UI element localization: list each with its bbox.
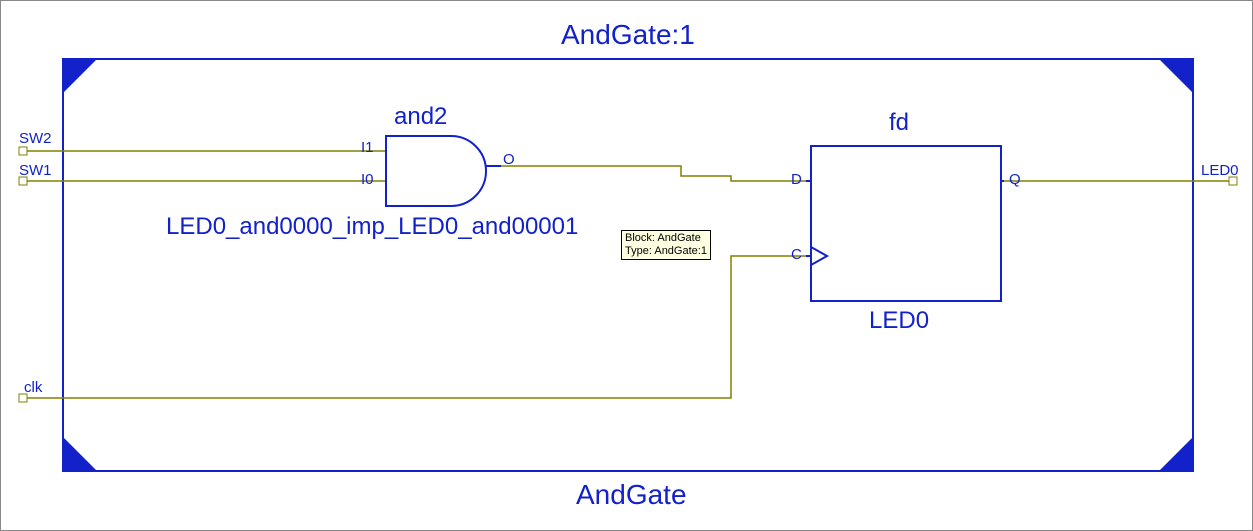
diagram-title-bottom: AndGate (576, 479, 687, 511)
port-markers (19, 147, 1237, 402)
hover-tooltip: Block: AndGate Type: AndGate:1 (621, 230, 711, 260)
module-frame (63, 59, 1193, 471)
tooltip-line1: Block: AndGate (625, 232, 707, 245)
flipflop-port-q: Q (1009, 171, 1021, 188)
and-gate-type-label: and2 (394, 103, 447, 131)
flipflop-port-d: D (791, 171, 802, 188)
and-gate-port-o: O (503, 151, 515, 168)
and-gate-instance-label: LED0_and0000_imp_LED0_and00001 (166, 213, 578, 241)
and-gate-port-i0: I0 (361, 171, 374, 188)
ext-port-clk: clk (24, 379, 42, 396)
flipflop-port-c: C (791, 246, 802, 263)
diagram-title-top: AndGate:1 (561, 19, 695, 51)
flipflop-type-label: fd (889, 109, 909, 137)
flipflop-symbol[interactable] (806, 146, 1004, 301)
and-gate-port-i1: I1 (361, 139, 374, 156)
ext-port-sw1: SW1 (19, 162, 52, 179)
schematic-canvas[interactable]: AndGate:1 AndGate and2 LED0_and0000_imp_… (0, 0, 1253, 531)
ext-port-led0: LED0 (1201, 162, 1239, 179)
flipflop-instance-label: LED0 (869, 307, 929, 335)
and-gate-symbol[interactable] (386, 136, 501, 206)
tooltip-line2: Type: AndGate:1 (625, 245, 707, 258)
ext-port-sw2: SW2 (19, 130, 52, 147)
wires (27, 151, 1229, 398)
